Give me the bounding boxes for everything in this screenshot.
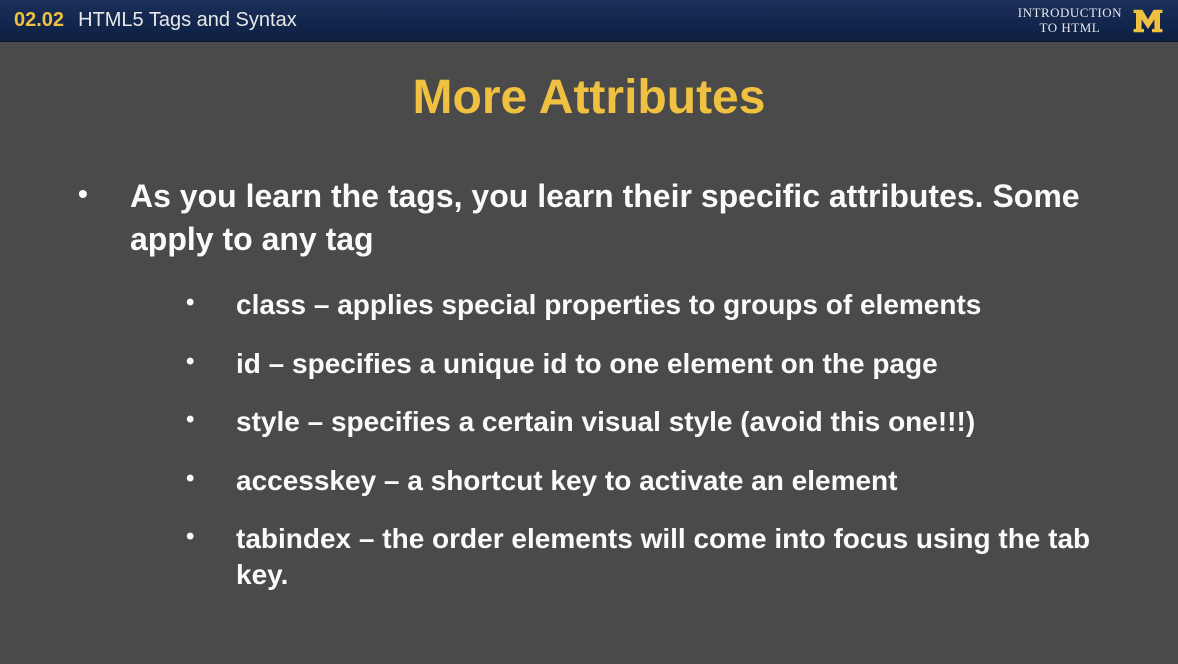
sub-bullet-item: tabindex – the order elements will come … <box>236 521 1118 594</box>
sub-bullet-list: class – applies special properties to gr… <box>130 287 1118 593</box>
header-right: INTRODUCTION TO HTML <box>1018 6 1164 36</box>
slide-number: 02.02 <box>14 9 64 32</box>
course-name: INTRODUCTION TO HTML <box>1018 6 1122 36</box>
university-logo-icon <box>1132 8 1164 34</box>
course-name-line1: INTRODUCTION <box>1018 6 1122 21</box>
sub-bullet-item: accesskey – a shortcut key to activate a… <box>236 463 1118 499</box>
lecture-title: HTML5 Tags and Syntax <box>78 9 297 32</box>
slide-header: 02.02 HTML5 Tags and Syntax INTRODUCTION… <box>0 0 1178 42</box>
slide-content: More Attributes As you learn the tags, y… <box>0 42 1178 594</box>
sub-bullet-item: class – applies special properties to gr… <box>236 287 1118 323</box>
header-left: 02.02 HTML5 Tags and Syntax <box>14 9 297 32</box>
slide-title: More Attributes <box>60 70 1118 125</box>
sub-bullet-item: id – specifies a unique id to one elemen… <box>236 346 1118 382</box>
main-bullet-text: As you learn the tags, you learn their s… <box>130 178 1080 257</box>
main-bullet-item: As you learn the tags, you learn their s… <box>130 175 1118 594</box>
main-bullet-list: As you learn the tags, you learn their s… <box>60 175 1118 594</box>
course-name-line2: TO HTML <box>1018 21 1122 36</box>
sub-bullet-item: style – specifies a certain visual style… <box>236 404 1118 440</box>
